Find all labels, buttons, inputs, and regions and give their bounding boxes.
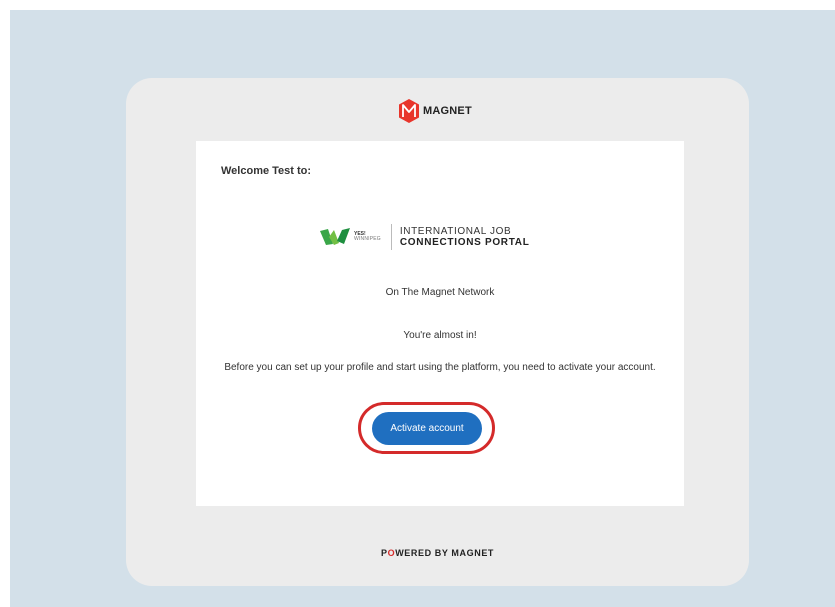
winnipeg-label: WINNIPEG	[354, 236, 381, 242]
magnet-m-logo-icon	[399, 99, 419, 123]
magnet-brand-name: MAGNET	[423, 105, 472, 117]
partner-logo: YES! WINNIPEG INTERNATIONAL JOB CONNECTI…	[320, 221, 530, 253]
powered-prefix: P	[380, 548, 388, 558]
logo-divider	[390, 224, 392, 250]
email-card: MAGNET Welcome Test to: YES! WINNIPEG IN…	[126, 78, 749, 586]
powered-by-footer: POWERED BY MAGNET	[126, 548, 749, 558]
portal-name-line1: INTERNATIONAL JOB	[399, 226, 512, 237]
activation-instructions: Before you can set up your profile and s…	[224, 362, 656, 373]
portal-name-line2: CONNECTIONS PORTAL	[399, 237, 530, 248]
powered-suffix: WERED BY MAGNET	[395, 548, 495, 558]
page-background: MAGNET Welcome Test to: YES! WINNIPEG IN…	[10, 10, 835, 607]
almost-in-text: You're almost in!	[403, 330, 477, 341]
email-content-box: Welcome Test to: YES! WINNIPEG INTERNATI…	[196, 141, 684, 506]
welcome-heading: Welcome Test to:	[221, 165, 312, 177]
magnet-header-logo: MAGNET	[398, 96, 472, 126]
network-text: On The Magnet Network	[385, 287, 495, 298]
activate-account-button[interactable]: Activate account	[372, 412, 482, 445]
yes-winnipeg-logo-icon	[320, 228, 350, 245]
